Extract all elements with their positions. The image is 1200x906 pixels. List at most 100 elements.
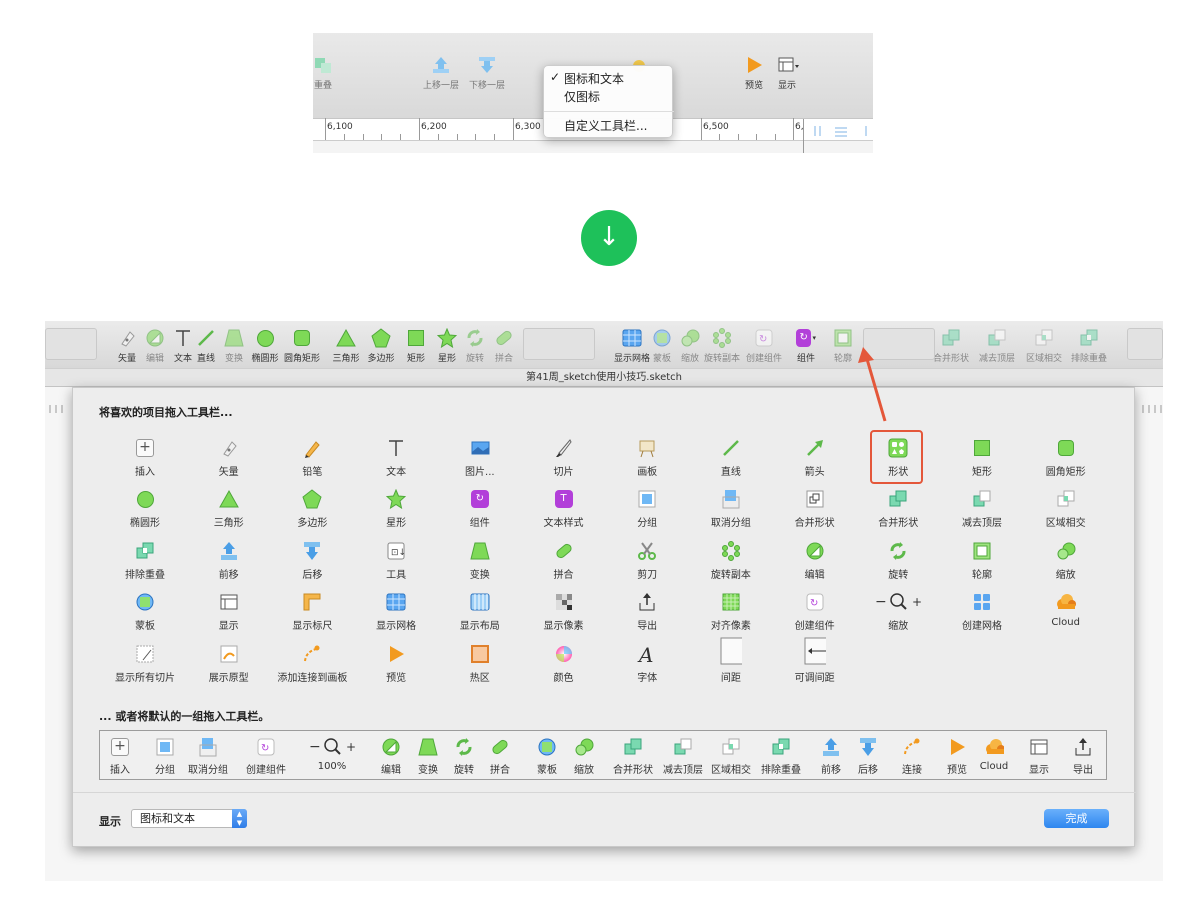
default-toolbar-set[interactable]: + 插入 分组 取消分组 ↻ 创建组件 − +100% 编辑 变换 旋转 拼合 蒙板 缩放 合并形状 减去顶层… — [99, 730, 1107, 780]
toolbar-item-plus[interactable]: + 插入 — [100, 437, 190, 478]
toolbar-item-arrow[interactable]: 箭头 — [770, 437, 860, 478]
toolbar-item-scale[interactable]: 缩放 — [1021, 540, 1111, 581]
toolbar-item-cloud[interactable]: Cloud — [1021, 591, 1111, 628]
group-icon — [636, 488, 658, 510]
toolbar-item-preview[interactable]: 预览 — [739, 56, 769, 91]
toolbar-button-subtract[interactable]: 减去顶层 — [972, 328, 1022, 364]
toolbar-item-transform[interactable]: 变换 — [435, 540, 525, 581]
createsym-icon: ↻ — [804, 591, 826, 613]
flex-icon — [804, 637, 826, 665]
toolbar-item-link[interactable]: 添加连接到画板 — [267, 643, 357, 684]
outline-icon — [971, 540, 993, 562]
toolbar-item-rect[interactable]: 矩形 — [937, 437, 1027, 478]
backward-icon — [301, 540, 323, 562]
toolbar-item-pen[interactable]: 矢量 — [184, 437, 274, 478]
toolbar-item-group[interactable]: 分组 — [602, 488, 692, 529]
subtract-icon — [987, 328, 1007, 348]
toolbar-item-backward[interactable]: 后移 — [267, 540, 357, 581]
overlap-icon — [313, 56, 333, 74]
toolbar-item-textstyle[interactable]: T 文本样式 — [519, 488, 609, 529]
default-item-export: 导出 — [1058, 737, 1108, 776]
menu-item-icon-and-text[interactable]: ✓ 图标和文本 — [550, 70, 624, 87]
intersect-icon — [1034, 328, 1054, 348]
toolbar-item-edit[interactable]: 编辑 — [770, 540, 860, 581]
toolbar-item-scissors[interactable]: 剪刀 — [602, 540, 692, 581]
rotate-icon — [887, 540, 909, 562]
toolbar-item-outline[interactable]: 轮廓 — [937, 540, 1027, 581]
toolbar-item-intersect[interactable]: 区域相交 — [1021, 488, 1111, 529]
toolbar-item-snap[interactable]: 对齐像素 — [686, 591, 776, 632]
toolbar-item-view[interactable]: 显示 — [772, 56, 802, 91]
toolbar-context-menu: ✓ 图标和文本 仅图标 自定义工具栏... — [543, 65, 674, 138]
toolbar-item-mask[interactable]: 蒙板 — [100, 591, 190, 632]
toolbar-item-grid[interactable]: 显示网格 — [351, 591, 441, 632]
toolbar-item-flatten[interactable]: 拼合 — [519, 540, 609, 581]
subtract-icon — [971, 488, 993, 510]
rect-icon — [971, 437, 993, 459]
toolbar-item-unionbw[interactable]: 合并形状 — [770, 488, 860, 529]
toolbar-button-intersect[interactable]: 区域相交 — [1019, 328, 1069, 364]
toolbar-button-difference[interactable]: 排除重叠 — [1064, 328, 1114, 364]
toolbar-item-pixels[interactable]: 显示像素 — [519, 591, 609, 632]
default-item-plus: + 插入 — [110, 738, 130, 776]
toolbar-item-fonts[interactable]: A 字体 — [602, 643, 692, 684]
done-button[interactable]: 完成 — [1044, 809, 1109, 828]
toolbar-item-tri[interactable]: 三角形 — [184, 488, 274, 529]
default-item-cloud: Cloud — [969, 737, 1019, 772]
rotate-icon — [454, 737, 474, 757]
show-mode-select[interactable]: 图标和文本 ▲ ▼ — [131, 809, 247, 828]
svg-text:⊡↓: ⊡↓ — [391, 548, 406, 558]
toolbar-item-view[interactable]: 显示 — [184, 591, 274, 632]
toolbar-item-union[interactable]: 合并形状 — [853, 488, 943, 529]
toolbar-item-rrect[interactable]: 圆角矩形 — [1021, 437, 1111, 478]
toolbar-item-rotate[interactable]: 旋转 — [853, 540, 943, 581]
poly-icon — [371, 328, 391, 348]
fonts-icon: A — [636, 643, 658, 665]
toolbar-item-subtract[interactable]: 减去顶层 — [937, 488, 1027, 529]
toolbar-item-ungroup[interactable]: 取消分组 — [686, 488, 776, 529]
toolbar-item-oval[interactable]: 椭圆形 — [100, 488, 190, 529]
toolbar-item-forward[interactable]: 前移 — [184, 540, 274, 581]
toolbar-item-text[interactable]: 文本 — [351, 437, 441, 478]
toolbar-item-rotcopies[interactable]: 旋转副本 — [686, 540, 776, 581]
toolbar-item-symbol[interactable]: ↻ 组件 — [435, 488, 525, 529]
toolbar-item-prototype[interactable]: 展示原型 — [184, 643, 274, 684]
toolbar-item-space[interactable]: 间距 — [686, 637, 776, 684]
toolbar-item-move-up[interactable]: 上移一层 — [419, 56, 463, 91]
creategrid-icon — [971, 591, 993, 613]
toolbar-item-tools[interactable]: ⊡↓ 工具 — [351, 540, 441, 581]
pixels-icon — [553, 591, 575, 613]
toolbar-item-image[interactable]: 图片... — [435, 437, 525, 478]
toolbar-item-creategrid[interactable]: 创建网格 — [937, 591, 1027, 632]
toolbar-item-layout[interactable]: 显示布局 — [435, 591, 525, 632]
toolbar-item-poly[interactable]: 多边形 — [267, 488, 357, 529]
shape-item-highlight — [870, 430, 923, 484]
toolbar-item-hotspot[interactable]: 热区 — [435, 643, 525, 684]
oval-icon — [255, 328, 275, 348]
rotcopies-icon — [720, 540, 742, 562]
toolbar-item-zoom[interactable]: − + 缩放 — [853, 591, 943, 632]
toolbar-item-createsym[interactable]: ↻ 创建组件 — [770, 591, 860, 632]
toolbar-item-export[interactable]: 导出 — [602, 591, 692, 632]
toolbar-item-flex[interactable]: 可调间距 — [770, 637, 860, 684]
tri-icon — [218, 488, 240, 510]
toolbar-item-difference[interactable]: 排除重叠 — [100, 540, 190, 581]
toolbar-item-knife[interactable]: 切片 — [519, 437, 609, 478]
toolbar-item-colors[interactable]: 颜色 — [519, 643, 609, 684]
svg-text:↻: ↻ — [261, 743, 269, 754]
toolbar-item-rulers[interactable]: 显示标尺 — [267, 591, 357, 632]
toolbar-item-move-down[interactable]: 下移一层 — [465, 56, 509, 91]
toolbar-item-pencil[interactable]: 铅笔 — [267, 437, 357, 478]
toolbar-item-artboard[interactable]: 画板 — [602, 437, 692, 478]
toolbar-item-slices[interactable]: 显示所有切片 — [100, 643, 190, 684]
menu-item-icon-only[interactable]: 仅图标 — [564, 88, 600, 105]
toolbar-button-flatten[interactable]: 拼合 — [479, 328, 529, 364]
preview-icon — [947, 737, 967, 757]
toolbar-button-rrect[interactable]: 圆角矩形 — [277, 328, 327, 364]
createsym-icon: ↻ — [754, 328, 774, 348]
toolbar-item-star[interactable]: 星形 — [351, 488, 441, 529]
toolbar-item-overlap[interactable]: 重叠 — [313, 56, 341, 91]
toolbar-item-preview[interactable]: 预览 — [351, 643, 441, 684]
toolbar-item-line[interactable]: 直线 — [686, 437, 776, 478]
menu-item-customize-toolbar[interactable]: 自定义工具栏... — [564, 117, 647, 134]
